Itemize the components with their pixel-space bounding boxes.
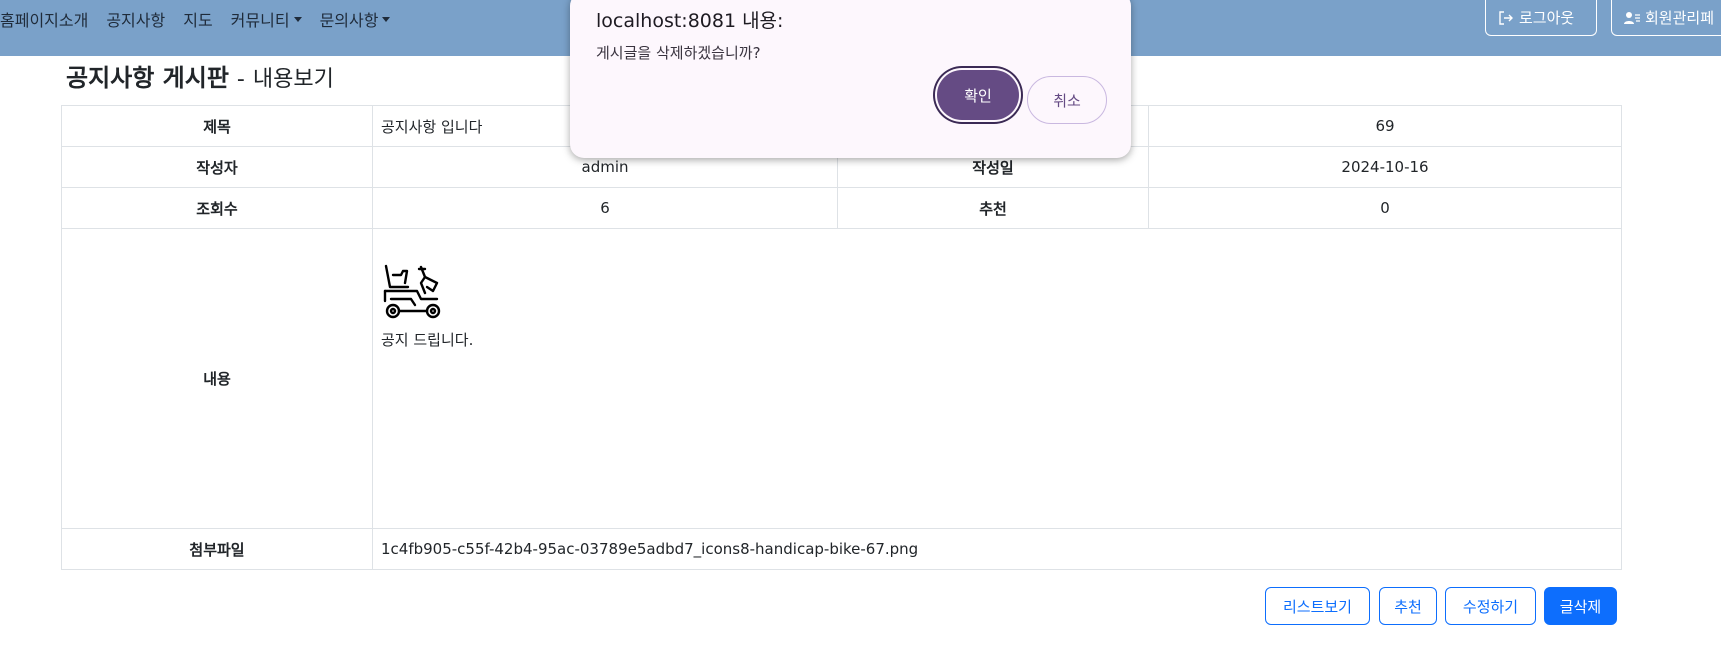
table-row: 내용 공지 드립니다. (61, 228, 1622, 529)
dialog-ok-button[interactable]: 확인 (937, 70, 1019, 120)
title-separator: - (236, 67, 245, 92)
confirm-dialog: localhost:8081 내용: 게시글을 삭제하겠습니까? 확인 취소 (570, 0, 1131, 158)
title-header: 제목 (61, 105, 373, 147)
delete-button[interactable]: 글삭제 (1544, 587, 1617, 625)
nav-item-label: 지도 (183, 11, 213, 30)
views-value: 6 (372, 187, 838, 229)
recommend-button[interactable]: 추천 (1379, 587, 1437, 625)
nav-item-label: 홈페이지소개 (0, 11, 89, 30)
edit-button[interactable]: 수정하기 (1445, 587, 1536, 625)
content-body: 공지 드립니다. (381, 229, 1613, 350)
nav-item-intro[interactable]: 홈페이지소개 (0, 7, 88, 31)
attachment-header: 첨부파일 (61, 528, 373, 570)
dialog-cancel-button[interactable]: 취소 (1027, 76, 1107, 124)
post-number-value: 69 (1148, 105, 1622, 147)
content-cell: 공지 드립니다. (372, 228, 1622, 529)
nav-menu: 홈페이지소개 공지사항 지도 커뮤니티 문의사항 (0, 0, 408, 38)
caret-down-icon (293, 16, 302, 22)
nav-item-label: 문의사항 (319, 11, 379, 30)
handicap-bike-icon (383, 264, 441, 319)
user-list-icon (1624, 11, 1640, 24)
member-management-button[interactable]: 회원관리페 (1611, 0, 1721, 36)
post-detail-table: 제목 공지사항 입니다 69 작성자 admin 작성일 2024-10-16 … (61, 105, 1622, 570)
nav-item-label: 공지사항 (106, 11, 166, 30)
table-row: 조회수 6 추천 0 (61, 187, 1622, 229)
member-label: 회원관리페 (1645, 9, 1715, 27)
logout-icon (1499, 10, 1513, 25)
dialog-title: localhost:8081 내용: (596, 10, 784, 32)
recommend-value: 0 (1148, 187, 1622, 229)
nav-item-inquiry[interactable]: 문의사항 (320, 7, 391, 31)
recommend-header: 추천 (837, 187, 1149, 229)
caret-down-icon (382, 16, 391, 22)
nav-item-community[interactable]: 커뮤니티 (231, 7, 302, 31)
nav-item-map[interactable]: 지도 (183, 7, 212, 31)
page-title: 공지사항 게시판 - 내용보기 (66, 58, 334, 93)
board-title: 공지사항 게시판 (66, 64, 229, 92)
attachment-link[interactable]: 1c4fb905-c55f-42b4-95ac-03789e5adbd7_ico… (372, 528, 1622, 570)
dialog-message: 게시글을 삭제하겠습니까? (596, 44, 761, 62)
nav-item-notice[interactable]: 공지사항 (106, 7, 165, 31)
table-row: 첨부파일 1c4fb905-c55f-42b4-95ac-03789e5adbd… (61, 528, 1622, 570)
created-value: 2024-10-16 (1148, 146, 1622, 188)
content-header: 내용 (61, 228, 373, 529)
logout-label: 로그아웃 (1519, 9, 1575, 27)
nav-item-label: 커뮤니티 (230, 11, 290, 30)
board-subtitle: 내용보기 (252, 67, 334, 92)
logout-button[interactable]: 로그아웃 (1485, 0, 1597, 36)
list-button[interactable]: 리스트보기 (1265, 587, 1370, 625)
content-text: 공지 드립니다. (381, 331, 474, 349)
views-header: 조회수 (61, 187, 373, 229)
author-header: 작성자 (61, 146, 373, 188)
